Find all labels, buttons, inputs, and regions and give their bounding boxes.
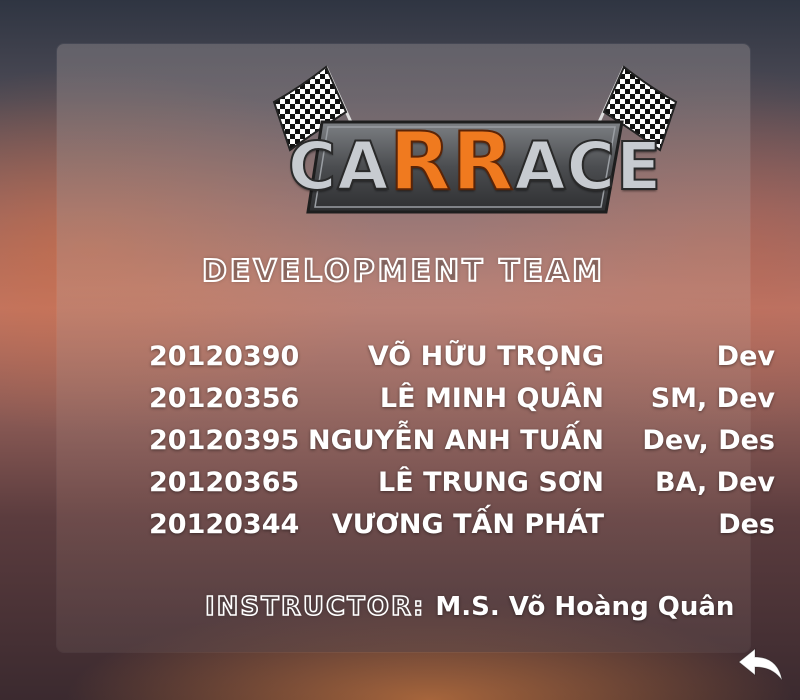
team-row: 20120344 VƯƠNG TẤN PHÁT Des: [149, 506, 779, 548]
instructor-name: M.S. Võ Hoàng Quân: [435, 592, 735, 622]
development-team-heading: DEVELOPMENT TEAM: [201, 253, 606, 290]
instructor-line: INSTRUCTOR: M.S. Võ Hoàng Quân: [204, 591, 735, 623]
instructor-label: INSTRUCTOR:: [204, 591, 426, 623]
logo-text-highlight: RR: [388, 115, 515, 208]
carrace-logo: CARRACE: [270, 64, 680, 224]
team-list: 20120390 VÕ HỮU TRỌNG Dev 20120356 LÊ MI…: [149, 338, 779, 548]
team-row: 20120390 VÕ HỮU TRỌNG Dev: [149, 338, 779, 380]
member-role: Dev: [716, 341, 775, 372]
team-row: 20120365 LÊ TRUNG SƠN BA, Dev: [149, 464, 779, 506]
member-id: 20120365: [149, 467, 300, 498]
member-role: Dev, Des: [642, 425, 775, 456]
member-name: NGUYỄN ANH TUẤN: [308, 425, 604, 456]
member-name: VÕ HỮU TRỌNG: [367, 341, 604, 372]
member-role: Des: [718, 509, 775, 540]
back-button[interactable]: [735, 646, 785, 686]
member-id: 20120390: [149, 341, 300, 372]
member-name: LÊ TRUNG SƠN: [378, 467, 604, 498]
back-arrow-icon: [738, 647, 783, 681]
member-id: 20120344: [149, 509, 300, 540]
member-role: BA, Dev: [655, 467, 775, 498]
team-row: 20120356 LÊ MINH QUÂN SM, Dev: [149, 380, 779, 422]
logo-text-post: ACE: [514, 128, 663, 205]
team-row: 20120395 NGUYỄN ANH TUẤN Dev, Des: [149, 422, 779, 464]
credits-panel: CARRACE DEVELOPMENT TEAM 20120390 VÕ HỮU…: [57, 44, 783, 681]
member-name: LÊ MINH QUÂN: [379, 383, 604, 414]
member-id: 20120395: [149, 425, 300, 456]
member-id: 20120356: [149, 383, 300, 414]
logo-wordmark: CARRACE: [270, 121, 680, 205]
logo-text-pre: CA: [287, 128, 390, 205]
member-name: VƯƠNG TẤN PHÁT: [331, 509, 604, 540]
member-role: SM, Dev: [650, 383, 775, 414]
